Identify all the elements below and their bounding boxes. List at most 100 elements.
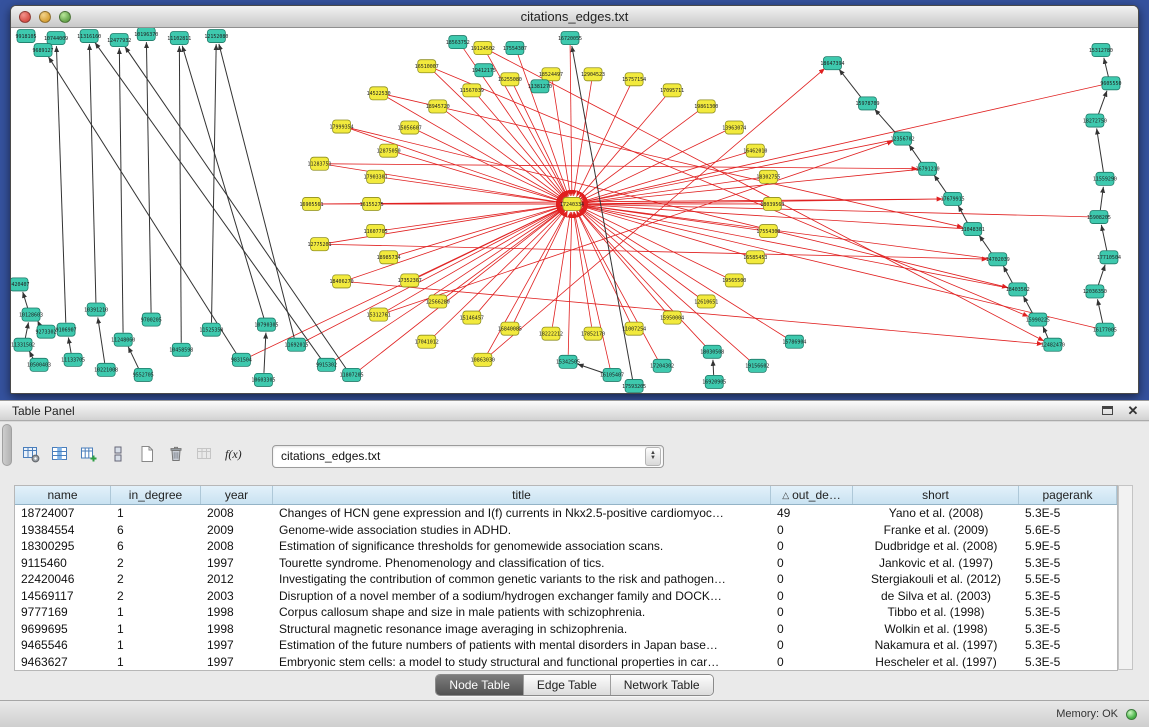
delete-button[interactable] [161,443,190,469]
graph-node[interactable]: 10790305 [254,318,278,331]
graph-node[interactable]: 19565500 [722,274,746,287]
graph-node[interactable]: 17554307 [503,42,527,55]
table-cell[interactable]: 18724007 [15,506,111,520]
graph-node[interactable]: 18272750 [1083,114,1107,127]
graph-edge[interactable] [119,48,123,333]
graph-node[interactable]: 17352367 [398,274,422,287]
graph-edge[interactable] [95,43,321,360]
network-graph-canvas[interactable]: 1724033418039563175543001658545319565500… [11,28,1138,393]
table-row[interactable]: 2242004622012Investigating the contribut… [15,571,1117,588]
table-cell[interactable]: Changes of HCN gene expression and I(f) … [273,506,771,520]
graph-edge[interactable] [23,292,28,308]
graph-edge[interactable] [1101,225,1106,251]
graph-edge[interactable] [839,69,862,98]
table-settings-button[interactable] [16,443,45,469]
table-cell[interactable]: Wolkin et al. (1998) [853,622,1019,636]
graph-node[interactable]: 16255080 [498,73,522,86]
table-cell[interactable]: Stergiakouli et al. (2012) [853,572,1019,586]
graph-node[interactable]: 9831504 [231,353,252,366]
graph-node[interactable]: 10603305 [251,373,275,386]
table-cell[interactable]: 5.3E-5 [1019,556,1117,570]
graph-node[interactable]: 11559290 [1093,172,1117,185]
graph-node[interactable]: 9552705 [133,368,154,381]
graph-edge[interactable] [478,96,566,198]
graph-node[interactable]: 9918105 [16,30,37,43]
table-cell[interactable]: 2 [111,556,201,570]
graph-node[interactable]: 12566280 [426,295,450,308]
graph-node[interactable]: 16840085 [498,322,522,335]
graph-node[interactable]: 11248060 [111,333,135,346]
graph-node[interactable]: 12356702 [891,132,915,145]
graph-edge[interactable] [351,282,1043,344]
graph-edge[interactable] [264,333,266,373]
graph-edge[interactable] [934,175,947,194]
table-cell[interactable]: Dudbridge et al. (2008) [853,539,1019,553]
table-cell[interactable]: 14569117 [15,589,111,603]
graph-node[interactable]: 17041012 [415,335,439,348]
table-cell[interactable]: Tibbo et al. (1998) [853,605,1019,619]
table-cell[interactable]: Hescheler et al. (1997) [853,655,1019,669]
graph-node[interactable]: 18985734 [377,251,401,264]
graph-node[interactable]: 10863030 [471,353,495,366]
table-cell[interactable]: 5.3E-5 [1019,506,1117,520]
graph-edge[interactable] [1043,326,1048,338]
graph-node[interactable]: 11283751 [308,157,332,170]
table-cell[interactable]: 0 [771,605,853,619]
table-cell[interactable]: 9777169 [15,605,111,619]
graph-node[interactable]: 10196370 [134,28,158,41]
table-cell[interactable]: 1 [111,506,201,520]
table-cell[interactable]: Investigating the contribution of common… [273,572,771,586]
table-cell[interactable]: Embryonic stem cells: a model to study s… [273,655,771,669]
graph-edge[interactable] [56,46,65,323]
graph-node[interactable]: 18403562 [1006,283,1030,296]
table-cell[interactable]: Estimation of the future numbers of pati… [273,638,771,652]
graph-node[interactable]: 10128603 [19,308,43,321]
graph-node[interactable]: 11381270 [528,80,552,93]
graph-edge[interactable] [576,86,630,197]
table-cell[interactable]: 1 [111,638,201,652]
import-table-button[interactable] [190,443,219,469]
graph-node[interactable]: 12904523 [581,68,605,81]
graph-edge[interactable] [909,145,922,164]
table-row[interactable]: 946554611997Estimation of the future num… [15,637,1117,654]
table-cell[interactable]: Jankovic et al. (1997) [853,556,1019,570]
graph-node[interactable]: 17852170 [581,327,605,340]
table-cell[interactable]: 2 [111,589,201,603]
graph-edge[interactable] [875,109,897,134]
column-header-year[interactable]: year [201,486,273,504]
table-cell[interactable]: 22420046 [15,572,111,586]
table-cell[interactable]: 0 [771,572,853,586]
graph-node[interactable]: 18406270 [330,275,354,288]
graph-node[interactable]: 9273302 [36,325,57,338]
graph-edge[interactable] [979,235,992,254]
graph-node[interactable]: 15056607 [398,121,422,134]
graph-node[interactable]: 17095711 [660,84,684,97]
graph-node[interactable]: 17204302 [650,359,674,372]
graph-node[interactable]: 11567039 [460,84,484,97]
table-cell[interactable]: 0 [771,523,853,537]
graph-edge[interactable] [568,212,572,355]
graph-edge[interactable] [48,57,236,354]
table-cell[interactable]: 2009 [201,523,273,537]
graph-node[interactable]: 16920905 [702,375,726,388]
graph-node[interactable]: 11331502 [11,338,35,351]
graph-node[interactable]: 16177005 [1093,323,1117,336]
graph-node[interactable]: 17903301 [364,170,388,183]
table-row[interactable]: 1830029562008Estimation of significance … [15,538,1117,555]
graph-edge[interactable] [574,212,610,368]
graph-node[interactable]: 17710504 [1097,251,1121,264]
table-row[interactable]: 969969511998Structural magnetic resonanc… [15,621,1117,638]
graph-node[interactable]: 17554300 [756,225,780,238]
table-cell[interactable]: 9463627 [15,655,111,669]
table-cell[interactable]: 5.3E-5 [1019,589,1117,603]
table-cell[interactable]: de Silva et al. (2003) [853,589,1019,603]
graph-edge[interactable] [98,317,105,362]
graph-node[interactable]: 15342505 [556,355,580,368]
graph-node[interactable]: 18039563 [760,197,784,210]
graph-edge[interactable] [179,46,181,343]
table-cell[interactable]: 6 [111,539,201,553]
graph-node[interactable]: 11133705 [61,353,85,366]
table-cell[interactable]: 1997 [201,556,273,570]
graph-edge[interactable] [68,337,71,352]
graph-node[interactable]: 11692015 [284,338,308,351]
